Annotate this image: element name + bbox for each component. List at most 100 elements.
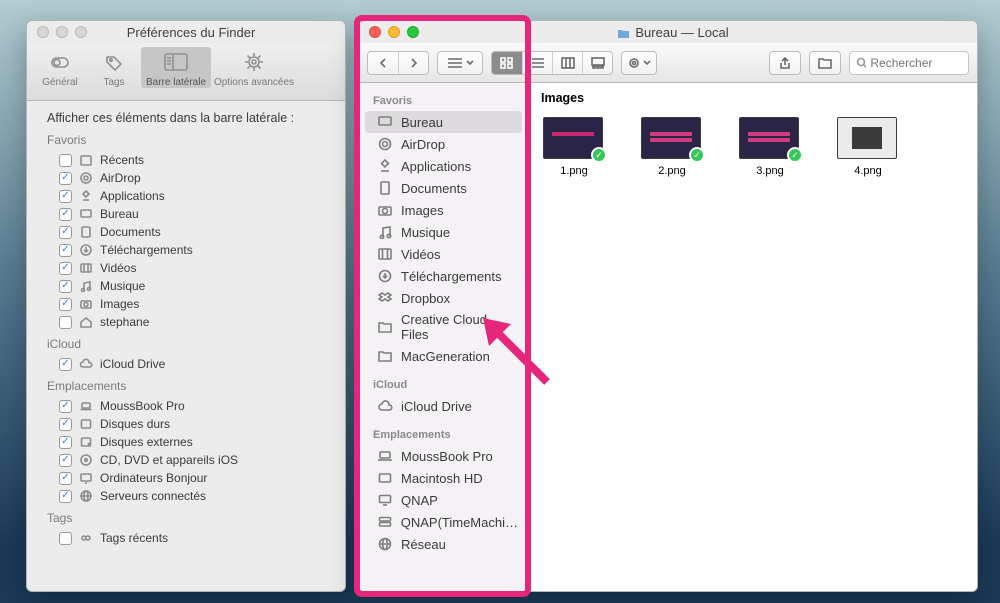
- pref-item-downloads[interactable]: Téléchargements: [41, 241, 331, 259]
- sidebar-item-machd[interactable]: Macintosh HD: [359, 467, 528, 489]
- minimize-icon[interactable]: [56, 26, 68, 38]
- pref-item-music[interactable]: Musique: [41, 277, 331, 295]
- pref-item-iclouddrive[interactable]: iCloud Drive: [41, 355, 331, 373]
- cloud-icon: [377, 400, 393, 412]
- pref-item-airdrop[interactable]: AirDrop: [41, 169, 331, 187]
- globe-icon: [378, 537, 392, 551]
- finder-title: Bureau — Local: [419, 25, 927, 40]
- group-button[interactable]: [438, 52, 482, 74]
- file-item[interactable]: 3.png: [739, 117, 801, 177]
- documents-icon: [379, 181, 391, 195]
- pref-item-tagsrecent[interactable]: Tags récents: [41, 529, 331, 547]
- group-button-seg: [437, 51, 483, 75]
- traffic-lights: [27, 26, 87, 38]
- pref-item-user[interactable]: stephane: [41, 313, 331, 331]
- close-icon[interactable]: [369, 26, 381, 38]
- desktop-icon: [79, 207, 93, 221]
- search-input[interactable]: [870, 56, 962, 70]
- home-icon: [79, 315, 93, 329]
- zoom-icon[interactable]: [75, 26, 87, 38]
- folder-icon: [378, 321, 392, 333]
- cloud-icon: [79, 357, 93, 371]
- gallery-icon: [591, 57, 605, 69]
- sidebar-item-airdrop[interactable]: AirDrop: [359, 133, 528, 155]
- view-columns-button[interactable]: [552, 52, 582, 74]
- grid-icon: [500, 57, 514, 69]
- sidebar-item-qnaptm[interactable]: QNAP(TimeMachi…: [359, 511, 528, 533]
- laptop-icon: [79, 399, 93, 413]
- titlebar[interactable]: Bureau — Local: [359, 21, 977, 43]
- tab-sidebar[interactable]: Barre latérale: [141, 47, 211, 88]
- pref-item-servers[interactable]: Serveurs connectés: [41, 487, 331, 505]
- path-header: Images: [529, 83, 977, 113]
- titlebar[interactable]: Préférences du Finder: [27, 21, 345, 43]
- tab-general[interactable]: Général: [33, 47, 87, 88]
- annotation-arrow-icon: [477, 312, 557, 392]
- prefs-header: Afficher ces éléments dans la barre laté…: [47, 111, 331, 125]
- tab-tags[interactable]: Tags: [87, 47, 141, 88]
- apps-icon: [79, 189, 93, 203]
- external-disk-icon: [79, 435, 93, 449]
- action-button[interactable]: [622, 52, 656, 74]
- sidebar-item-videos[interactable]: Vidéos: [359, 243, 528, 265]
- display-icon: [378, 494, 392, 506]
- sidebar-header-emplacements: Emplacements: [359, 425, 528, 445]
- switch-icon: [49, 51, 71, 73]
- pref-item-apps[interactable]: Applications: [41, 187, 331, 205]
- pref-item-moussbook[interactable]: MoussBook Pro: [41, 397, 331, 415]
- columns-icon: [561, 57, 575, 69]
- view-icons-button[interactable]: [492, 52, 522, 74]
- sidebar-item-dropbox[interactable]: Dropbox: [359, 287, 528, 309]
- sidebar-item-music[interactable]: Musique: [359, 221, 528, 243]
- sidebar-item-downloads[interactable]: Téléchargements: [359, 265, 528, 287]
- file-item[interactable]: 2.png: [641, 117, 703, 177]
- camera-icon: [378, 204, 392, 216]
- zoom-icon[interactable]: [407, 26, 419, 38]
- view-gallery-button[interactable]: [582, 52, 612, 74]
- group-icloud: iCloud: [47, 337, 331, 351]
- view-list-button[interactable]: [522, 52, 552, 74]
- file-item[interactable]: 1.png: [543, 117, 605, 177]
- laptop-icon: [377, 450, 393, 462]
- globe-icon: [79, 489, 93, 503]
- tab-advanced[interactable]: Options avancées: [211, 47, 297, 88]
- list-icon: [531, 57, 545, 69]
- sidebar-item-apps[interactable]: Applications: [359, 155, 528, 177]
- back-button[interactable]: [368, 52, 398, 74]
- file-name: 1.png: [543, 165, 605, 177]
- nav-back-forward: [367, 51, 429, 75]
- sidebar-item-moussbook[interactable]: MoussBook Pro: [359, 445, 528, 467]
- sidebar-item-reseau[interactable]: Réseau: [359, 533, 528, 555]
- pref-item-bonjour[interactable]: Ordinateurs Bonjour: [41, 469, 331, 487]
- pref-item-recents[interactable]: Récents: [41, 151, 331, 169]
- sidebar-item-documents[interactable]: Documents: [359, 177, 528, 199]
- file-item[interactable]: 4.png: [837, 117, 899, 177]
- pref-item-documents[interactable]: Documents: [41, 223, 331, 241]
- sidebar-item-qnap[interactable]: QNAP: [359, 489, 528, 511]
- sidebar-item-iclouddrive[interactable]: iCloud Drive: [359, 395, 528, 417]
- search-field[interactable]: [849, 51, 969, 75]
- pref-item-bureau[interactable]: Bureau: [41, 205, 331, 223]
- camera-icon: [79, 297, 93, 311]
- minimize-icon[interactable]: [388, 26, 400, 38]
- forward-button[interactable]: [398, 52, 428, 74]
- pref-item-images[interactable]: Images: [41, 295, 331, 313]
- display-icon: [79, 471, 93, 485]
- pref-item-cd[interactable]: CD, DVD et appareils iOS: [41, 451, 331, 469]
- list-icon: [447, 57, 463, 69]
- sidebar-item-bureau[interactable]: Bureau: [365, 111, 522, 133]
- share-button[interactable]: [770, 52, 800, 74]
- pref-item-disks[interactable]: Disques durs: [41, 415, 331, 433]
- sidebar-header-favoris: Favoris: [359, 91, 528, 111]
- download-icon: [378, 269, 392, 283]
- finder-toolbar: [359, 43, 977, 83]
- sidebar-item-images[interactable]: Images: [359, 199, 528, 221]
- pref-item-ext[interactable]: Disques externes: [41, 433, 331, 451]
- tags-button[interactable]: [810, 52, 840, 74]
- pref-item-videos[interactable]: Vidéos: [41, 259, 331, 277]
- dropbox-icon: [378, 292, 392, 304]
- disk-icon: [378, 472, 392, 484]
- tags-button-seg: [809, 51, 841, 75]
- close-icon[interactable]: [37, 26, 49, 38]
- music-icon: [378, 225, 392, 239]
